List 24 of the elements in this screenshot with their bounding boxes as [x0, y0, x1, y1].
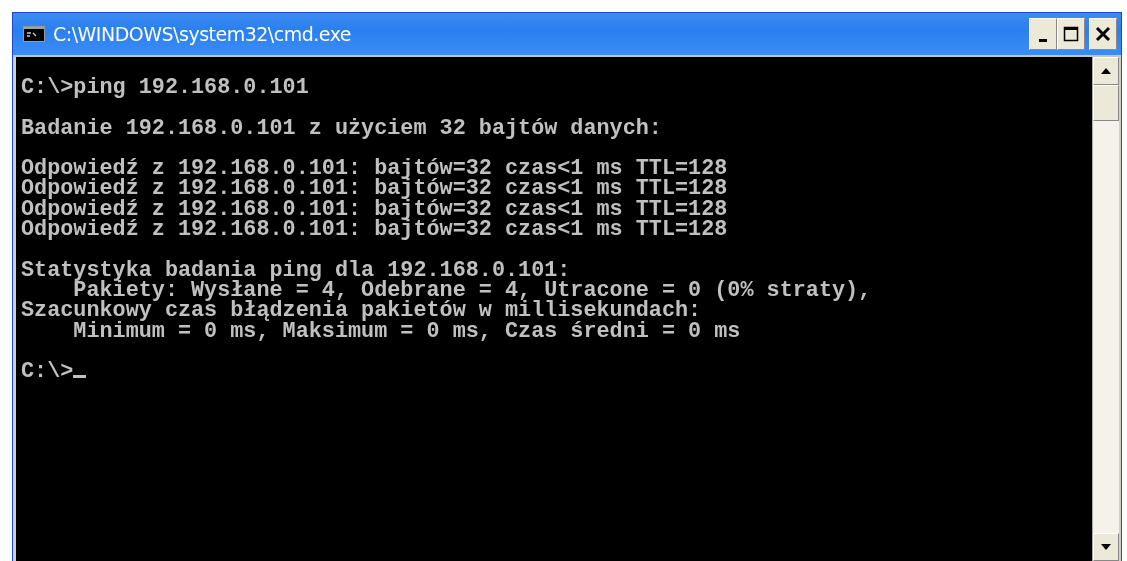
scrollbar[interactable] — [1092, 57, 1119, 561]
console-line: C:\>ping 192.168.0.101 — [21, 78, 309, 99]
command-prompt: C:\> — [21, 362, 74, 383]
up-arrow-icon — [1101, 68, 1111, 74]
console-icon — [23, 26, 45, 42]
console-line: Statystyka badania ping dla 192.168.0.101: — [21, 260, 571, 281]
scroll-down-button[interactable] — [1093, 533, 1119, 561]
minimize-button[interactable] — [1029, 18, 1057, 50]
maximize-button[interactable] — [1057, 18, 1085, 50]
close-icon — [1095, 26, 1111, 42]
scroll-up-button[interactable] — [1093, 57, 1119, 85]
console-line: Minimum = 0 ms, Maksimum = 0 ms, Czas średni = 0 ms — [73, 321, 741, 342]
window-title: C:\WINDOWS\system32\cmd.exe — [53, 21, 353, 47]
close-button[interactable] — [1089, 18, 1117, 50]
down-arrow-icon — [1101, 544, 1111, 550]
console-line: Odpowiedź z 192.168.0.101: bajtów=32 czas<1 ms TTL=128 — [21, 199, 728, 221]
maximize-icon — [1063, 26, 1079, 42]
minimize-icon — [1039, 38, 1047, 42]
console-line: Szacunkowy czas błądzenia pakietów w millisekundach: — [21, 301, 702, 322]
scroll-thumb[interactable] — [1093, 85, 1119, 121]
console-line: Odpowiedź z 192.168.0.101: bajtów=32 czas<1 ms TTL=128 — [21, 220, 728, 241]
console-line: Odpowiedź z 192.168.0.101: bajtów=32 czas<1 ms TTL=128 — [21, 179, 728, 200]
console-line: Badanie 192.168.0.101 z użyciem 32 bajtów danych: — [21, 118, 662, 139]
console-line: Odpowiedź z 192.168.0.101: bajtów=32 czas<1 ms TTL=128 — [21, 159, 728, 180]
